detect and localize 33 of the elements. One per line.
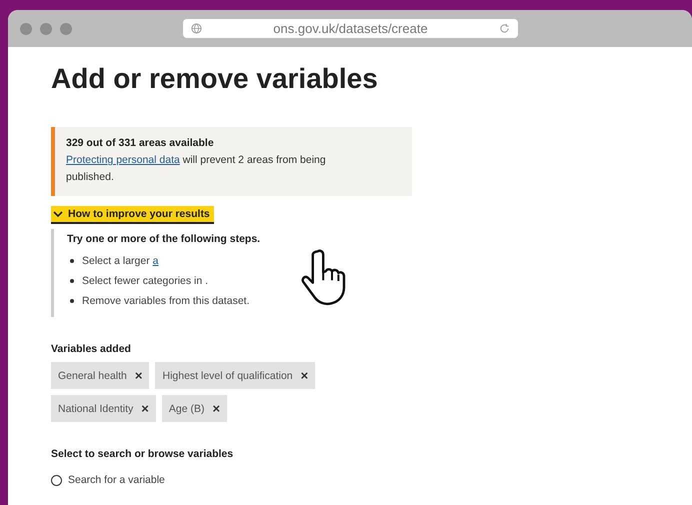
bullet-icon [70,259,74,263]
window-control-icon[interactable] [40,22,52,34]
section-label: Select to search or browse variables [51,448,234,460]
remove-button[interactable]: × [300,368,308,383]
window-control-icon[interactable] [20,22,32,34]
variable-tag: General health × [51,362,150,389]
address-bar[interactable]: ons.gov.uk/datasets/create [183,19,518,38]
notice-text: Protecting personal data will prevent 2 areas from being published. [66,153,327,185]
remove-button[interactable]: × [134,368,142,383]
chevron-icon [53,209,63,219]
globe-icon [191,23,202,34]
variable-tag: Highest level of qualification × [155,362,316,389]
variable-tag: National Identity × [51,395,156,422]
bullet-icon [70,279,74,283]
reload-icon[interactable] [499,23,510,34]
link[interactable]: Protecting personal data [66,154,180,166]
notice-heading: 329 out of 331 areas available [66,137,215,149]
variable-tag: Age (B) × [162,395,228,422]
details-intro: Try one or more of the following steps. [67,233,262,245]
window-control-icon[interactable] [60,22,72,34]
details-toggle[interactable]: How to improve your results [51,206,214,224]
bullet-icon [70,299,74,303]
radio-button[interactable] [51,474,62,486]
remove-button[interactable]: × [141,401,149,416]
remove-button[interactable]: × [212,401,220,416]
link[interactable]: a [152,255,158,267]
step-text: Select fewer categories in . [82,275,208,287]
section-label: Variables added [51,343,132,355]
step-text: Remove variables from this dataset. [82,295,250,307]
page-title: Add or remove variables [51,62,379,96]
step-text: Select a larger a [82,255,158,267]
radio-label[interactable]: Search for a variable [68,474,165,486]
hand-cursor-icon [300,248,348,306]
